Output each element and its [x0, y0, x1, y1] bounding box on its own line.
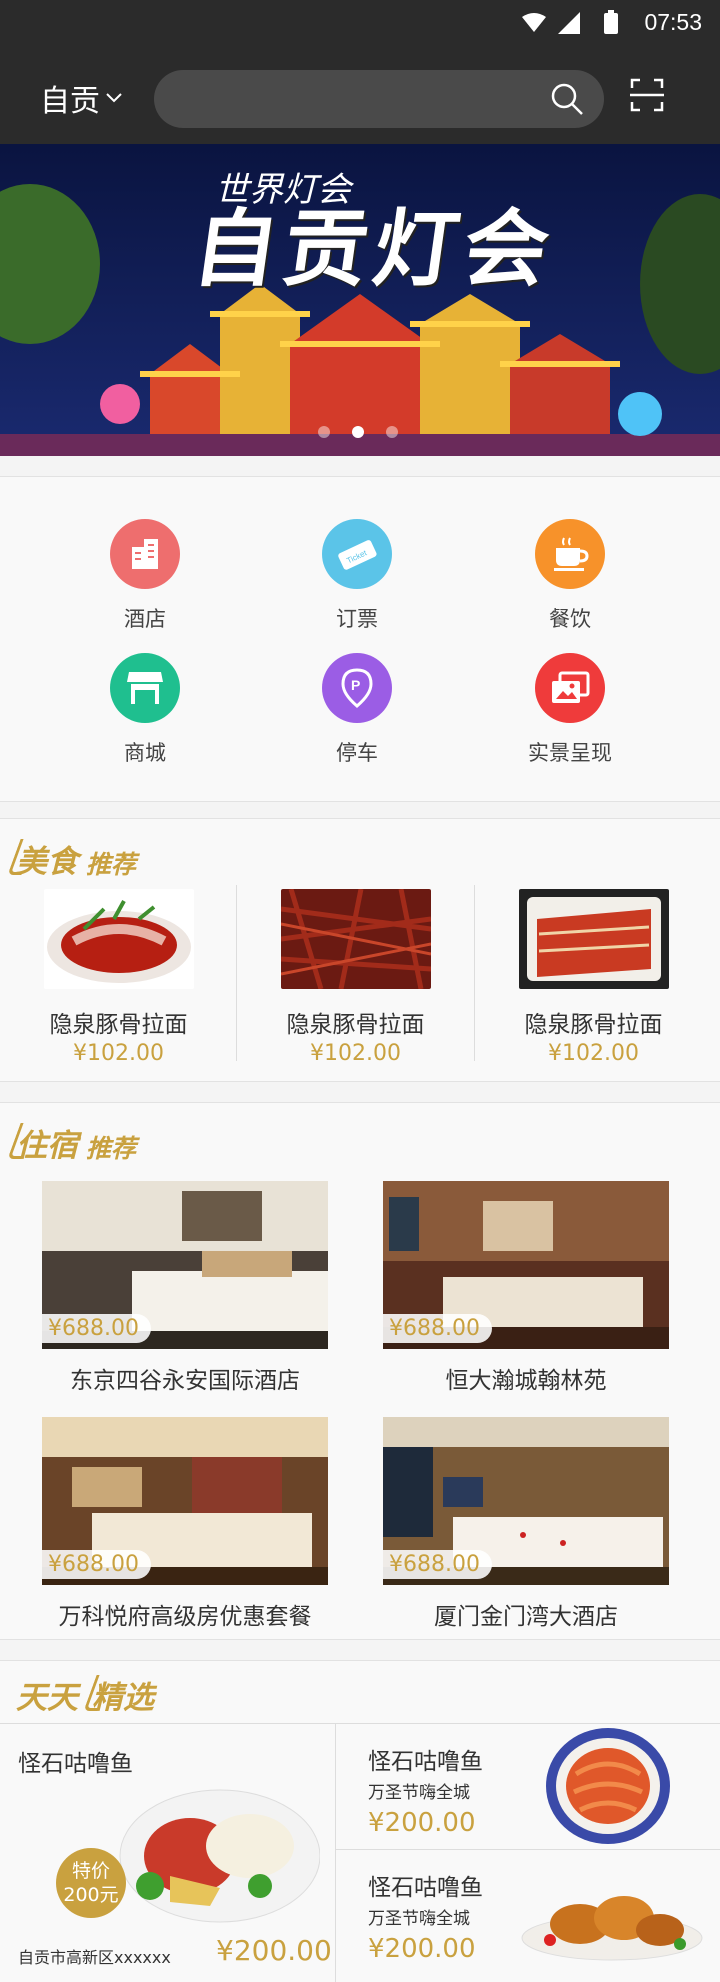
category-label: 订票: [336, 607, 378, 631]
hotel-card[interactable]: ¥688.00 万科悦府高级房优惠套餐: [42, 1417, 328, 1631]
hotel-price: ¥688.00: [383, 1550, 492, 1579]
food-image: [518, 889, 669, 989]
category-mall[interactable]: 商城: [45, 653, 245, 767]
food-price: ¥102.00: [548, 1041, 639, 1066]
food-name: 隐泉豚骨拉面: [286, 1012, 425, 1038]
deal-price: ¥200.00: [216, 1934, 332, 1967]
food-card[interactable]: 隐泉豚骨拉面 ¥102.00: [0, 889, 237, 1066]
city-label: 自贡: [40, 84, 100, 119]
featured-deal-card[interactable]: 怪石咕噜鱼 特价 200元 自贡市高新区xxxxxx ¥200.00: [0, 1723, 336, 1982]
parking-icon: P: [322, 653, 392, 723]
section-title-main: 天天: [16, 1680, 78, 1716]
deal-name: 怪石咕噜鱼: [368, 1875, 483, 1901]
food-image: [43, 889, 194, 989]
special-price-badge: 特价 200元: [56, 1848, 126, 1918]
daily-picks-section: 天天 精选 怪石咕噜鱼 特价 200元 自贡市高新区xxxxxx ¥200.00…: [0, 1660, 720, 1982]
carousel-dot[interactable]: [386, 426, 398, 438]
hotel-price: ¥688.00: [383, 1314, 492, 1343]
section-title: 美食 推荐: [7, 833, 137, 881]
food-price: ¥102.00: [310, 1041, 401, 1066]
category-label: 酒店: [124, 607, 166, 631]
search-icon[interactable]: [550, 82, 584, 116]
city-selector[interactable]: 自贡: [40, 76, 122, 120]
svg-text:P: P: [351, 677, 360, 693]
hotel-image: ¥688.00: [42, 1417, 328, 1585]
fried-chicken-image: [521, 1896, 703, 1961]
battery-icon: [604, 10, 618, 34]
category-label: 实景呈现: [528, 741, 612, 765]
hotel-name: 东京四谷永安国际酒店: [70, 1368, 300, 1394]
food-image: [280, 888, 431, 990]
hotel-image: ¥688.00: [383, 1181, 669, 1349]
promo-banner[interactable]: 世界灯会 自贡灯会: [0, 144, 720, 456]
section-title: 天天 精选: [16, 1669, 154, 1717]
photo-icon: [535, 653, 605, 723]
section-title: 住宿 推荐: [7, 1117, 137, 1165]
deal-subtitle: 万圣节嗨全城: [368, 1783, 470, 1803]
deal-address: 自贡市高新区xxxxxx: [18, 1948, 171, 1967]
hotel-price: ¥688.00: [42, 1550, 151, 1579]
dish-image: [119, 1789, 320, 1923]
search-input[interactable]: [154, 70, 604, 128]
food-card[interactable]: 隐泉豚骨拉面 ¥102.00: [237, 888, 474, 1066]
food-card[interactable]: 隐泉豚骨拉面 ¥102.00: [475, 889, 712, 1066]
signal-icon: [558, 12, 580, 34]
food-price: ¥102.00: [73, 1041, 164, 1066]
clock: 07:53: [644, 9, 702, 35]
shrimp-dish-image: [546, 1728, 670, 1844]
badge-line-1: 特价: [71, 1860, 110, 1882]
coffee-cup-icon: [535, 519, 605, 589]
ticket-icon: Ticket: [322, 519, 392, 589]
hotel-card[interactable]: ¥688.00 恒大瀚城翰林苑: [383, 1181, 669, 1395]
hotel-name: 厦门金门湾大酒店: [434, 1604, 618, 1630]
category-label: 餐饮: [549, 607, 591, 631]
banner-title: 自贡灯会: [187, 199, 562, 298]
hotel-price: ¥688.00: [42, 1314, 151, 1343]
wifi-icon: [522, 13, 546, 32]
hotel-image: ¥688.00: [383, 1417, 669, 1585]
chevron-down-icon: [106, 93, 122, 103]
deal-name: 怪石咕噜鱼: [18, 1751, 133, 1777]
deal-price: ¥200.00: [368, 1934, 476, 1964]
category-parking[interactable]: P 停车: [257, 653, 457, 767]
hotel-card[interactable]: ¥688.00 厦门金门湾大酒店: [383, 1417, 669, 1631]
section-title-sub: 推荐: [86, 850, 137, 879]
hotel-recommend-section: 住宿 推荐 ¥688.00 东京四谷永安国际酒店 ¥688.00 恒大瀚城翰林苑…: [0, 1102, 720, 1640]
category-label: 商城: [124, 741, 166, 765]
category-hotel[interactable]: 酒店: [45, 519, 245, 633]
category-ticket[interactable]: Ticket 订票: [257, 519, 457, 633]
category-dining[interactable]: 餐饮: [470, 519, 670, 633]
deal-subtitle: 万圣节嗨全城: [368, 1909, 470, 1929]
food-name: 隐泉豚骨拉面: [524, 1012, 663, 1038]
carousel-dot-active[interactable]: [352, 426, 364, 438]
top-bar: 自贡: [0, 46, 720, 144]
deal-price: ¥200.00: [368, 1808, 476, 1838]
badge-line-2: 200元: [63, 1884, 119, 1906]
hotel-building-icon: [110, 519, 180, 589]
category-live-view[interactable]: 实景呈现: [470, 653, 670, 767]
hotel-name: 万科悦府高级房优惠套餐: [58, 1604, 312, 1630]
scan-icon[interactable]: [630, 78, 664, 112]
status-bar: 07:53: [0, 0, 720, 46]
shop-icon: [110, 653, 180, 723]
deal-card[interactable]: 怪石咕噜鱼 万圣节嗨全城 ¥200.00: [336, 1849, 720, 1982]
food-name: 隐泉豚骨拉面: [49, 1012, 188, 1038]
category-label: 停车: [336, 741, 378, 765]
deal-name: 怪石咕噜鱼: [368, 1749, 483, 1775]
carousel-dots: [318, 426, 398, 438]
deal-card[interactable]: 怪石咕噜鱼 万圣节嗨全城 ¥200.00: [336, 1723, 720, 1849]
hotel-name: 恒大瀚城翰林苑: [445, 1368, 607, 1394]
hotel-image: ¥688.00: [42, 1181, 328, 1349]
category-grid: 酒店 Ticket 订票 餐饮 商城 P 停车 实景呈现: [0, 476, 720, 802]
hotel-card[interactable]: ¥688.00 东京四谷永安国际酒店: [42, 1181, 328, 1395]
food-recommend-section: 美食 推荐 隐泉豚骨拉面 ¥102.00 隐泉豚骨拉面 ¥102.00 隐泉豚骨…: [0, 818, 720, 1082]
carousel-dot[interactable]: [318, 426, 330, 438]
section-title-sub: 推荐: [86, 1134, 137, 1163]
